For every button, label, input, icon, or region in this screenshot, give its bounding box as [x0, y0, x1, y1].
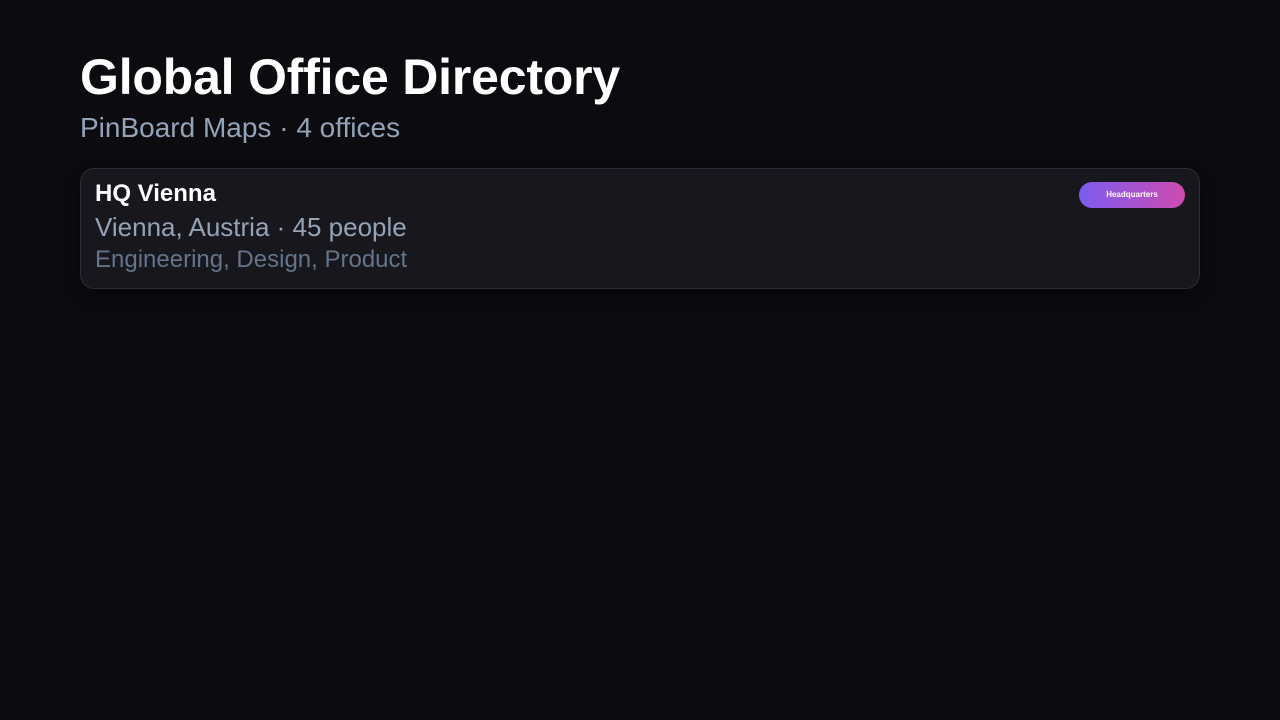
office-departments: Engineering, Design, Product — [95, 246, 408, 273]
page-title: Global Office Directory — [80, 49, 620, 105]
office-list: HQ Vienna Vienna, Austria · 45 people En… — [80, 168, 1200, 289]
office-card[interactable]: HQ Vienna Vienna, Austria · 45 people En… — [80, 168, 1200, 289]
office-location-headcount: Vienna, Austria · 45 people — [95, 212, 407, 242]
headquarters-badge: Headquarters — [1079, 182, 1185, 208]
office-directory-page: Global Office Directory PinBoard Maps · … — [0, 0, 1280, 720]
page-subtitle: PinBoard Maps · 4 offices — [80, 112, 401, 143]
office-name: HQ Vienna — [95, 180, 216, 207]
